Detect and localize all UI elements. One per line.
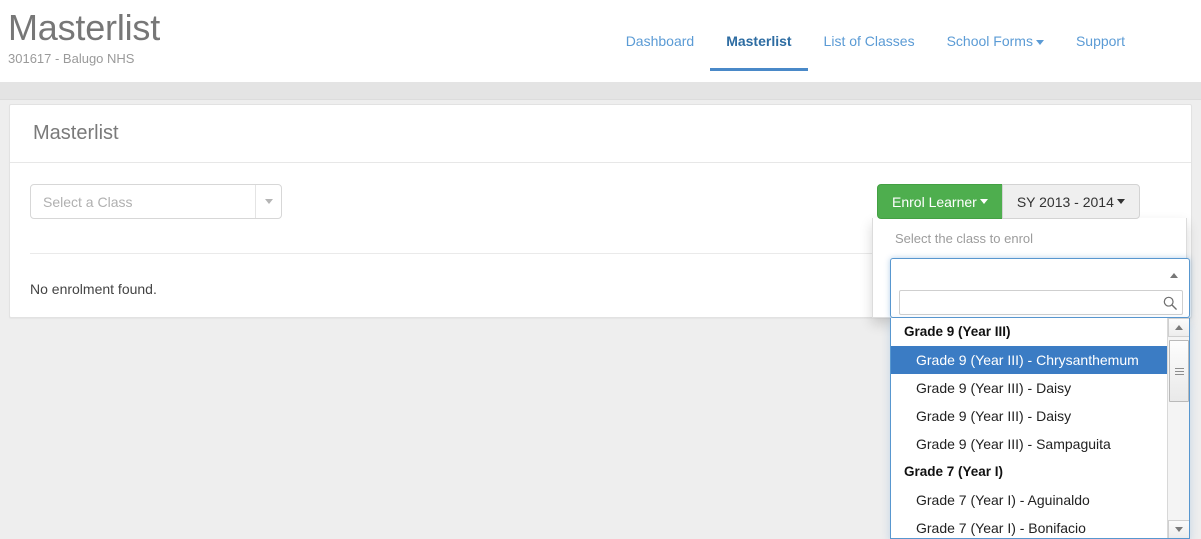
- caret-up-icon[interactable]: [1170, 273, 1178, 278]
- class-option[interactable]: Grade 9 (Year III) - Sampaguita: [891, 430, 1168, 458]
- class-option[interactable]: Grade 9 (Year III) - Chrysanthemum: [891, 346, 1168, 374]
- panel-body: [10, 163, 1191, 181]
- caret-down-icon[interactable]: [255, 185, 281, 218]
- nav-item-label: Dashboard: [625, 33, 695, 49]
- enrol-learner-button[interactable]: Enrol Learner: [877, 184, 1003, 219]
- nav-item-label: List of Classes: [823, 33, 915, 49]
- scrollbar-down-arrow-icon[interactable]: [1168, 520, 1189, 538]
- action-button-group: Enrol Learner SY 2013 - 2014: [877, 184, 1140, 219]
- enrol-learner-label: Enrol Learner: [892, 193, 977, 210]
- nav-item-label: Masterlist: [726, 33, 792, 49]
- nav-item-dashboard[interactable]: Dashboard: [610, 25, 711, 71]
- scrollbar-up-arrow-icon[interactable]: [1168, 318, 1189, 337]
- class-search-container: [890, 258, 1190, 318]
- class-group-header: Grade 7 (Year I): [904, 464, 1004, 479]
- class-option[interactable]: Grade 9 (Year III) - Daisy: [891, 402, 1168, 430]
- school-identifier: 301617 - Balugo NHS: [8, 51, 135, 66]
- select-class-value: Select a Class: [43, 193, 133, 210]
- panel-title: Masterlist: [33, 122, 119, 144]
- caret-down-icon: [1035, 39, 1044, 45]
- brand: Masterlist 301617 - Balugo NHS: [8, 8, 160, 67]
- page-root: Masterlist 301617 - Balugo NHS Dashboard…: [0, 0, 1201, 539]
- class-group-header: Grade 9 (Year III): [904, 324, 1011, 339]
- class-option[interactable]: Grade 9 (Year III) - Daisy: [891, 374, 1168, 402]
- class-results-list: Grade 9 (Year III) Grade 9 (Year III) - C…: [891, 318, 1168, 538]
- search-icon: [1158, 296, 1182, 310]
- enrol-dropdown-hint: Select the class to enrol: [895, 231, 1034, 246]
- site-header: Masterlist 301617 - Balugo NHS Dashboard…: [0, 0, 1201, 82]
- nav-item-list-of-classes[interactable]: List of Classes: [808, 25, 931, 71]
- nav-item-label: Support: [1075, 33, 1125, 49]
- class-option[interactable]: Grade 7 (Year I) - Aguinaldo: [891, 486, 1168, 514]
- page-title: Masterlist: [8, 7, 161, 48]
- nav-item-support[interactable]: Support: [1060, 25, 1141, 71]
- caret-down-icon: [1116, 199, 1125, 204]
- nav-item-masterlist[interactable]: Masterlist: [710, 25, 808, 71]
- header-divider: [0, 82, 1201, 100]
- class-search-field[interactable]: [899, 290, 1183, 315]
- nav-item-label: School Forms: [946, 33, 1033, 49]
- class-results-dropdown: Grade 9 (Year III) Grade 9 (Year III) - C…: [890, 318, 1190, 539]
- caret-down-icon: [979, 199, 988, 204]
- panel-header: Masterlist: [10, 105, 1191, 163]
- results-scrollbar[interactable]: [1167, 318, 1189, 538]
- scrollbar-thumb[interactable]: [1169, 340, 1189, 402]
- class-search-input[interactable]: [900, 291, 1158, 314]
- empty-state-message: No enrolment found.: [30, 281, 157, 297]
- select-class-dropdown[interactable]: Select a Class: [30, 184, 282, 219]
- main-navigation: Dashboard Masterlist List of Classes School…: [610, 25, 1141, 71]
- class-option[interactable]: Grade 7 (Year I) - Bonifacio: [891, 514, 1168, 538]
- nav-item-school-forms[interactable]: School Forms: [931, 25, 1060, 71]
- school-year-label: SY 2013 - 2014: [1016, 193, 1114, 210]
- school-year-button[interactable]: SY 2013 - 2014: [1001, 184, 1140, 219]
